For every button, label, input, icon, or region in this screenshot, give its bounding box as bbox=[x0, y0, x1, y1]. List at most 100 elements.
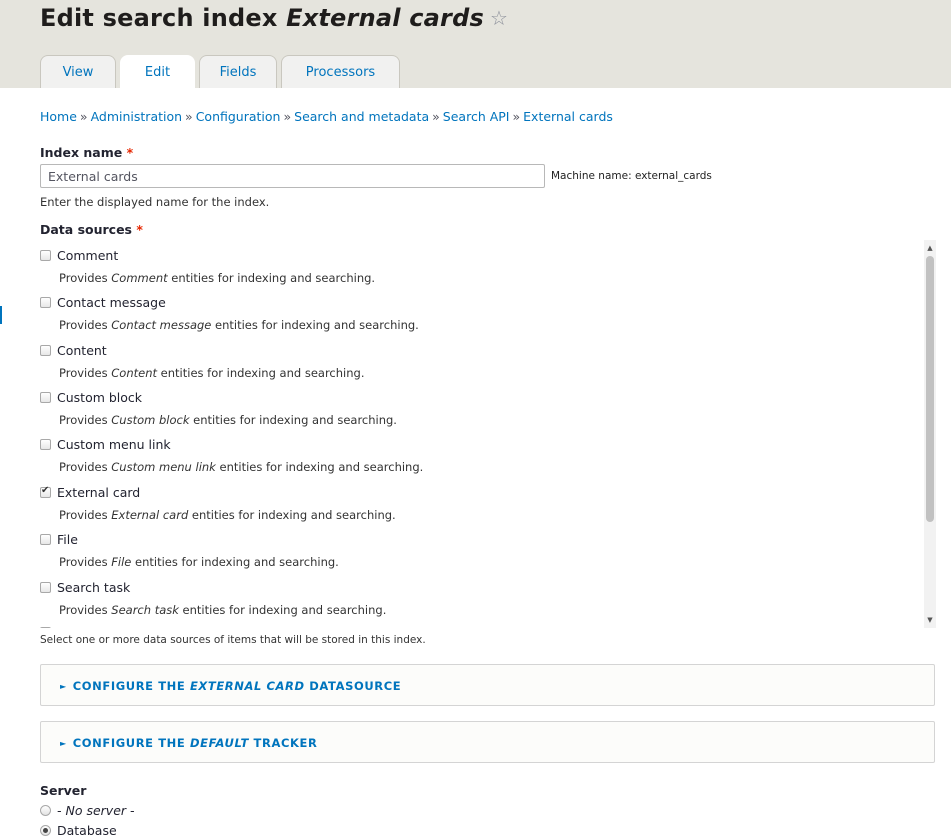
breadcrumb-configuration[interactable]: Configuration bbox=[196, 109, 281, 124]
scrollbar-thumb[interactable] bbox=[926, 256, 934, 522]
desc-suffix: entities for indexing and searching. bbox=[167, 271, 376, 285]
data-source-label[interactable]: Comment bbox=[57, 248, 118, 263]
primary-tabs: View Edit Fields Processors bbox=[40, 55, 400, 88]
index-name-label-text: Index name bbox=[40, 145, 123, 160]
machine-name[interactable]: Machine name: external_cards bbox=[551, 170, 712, 182]
data-source-description: Provides Search task entities for indexi… bbox=[59, 603, 386, 617]
data-source-label[interactable]: Content bbox=[57, 343, 107, 358]
caret-right-icon: ► bbox=[60, 739, 67, 748]
tab-fields[interactable]: Fields bbox=[199, 55, 277, 88]
radio-database[interactable] bbox=[40, 825, 51, 836]
breadcrumb-separator: » bbox=[512, 109, 521, 124]
index-name-label: Index name * bbox=[40, 145, 133, 160]
checkbox-comment[interactable] bbox=[40, 250, 51, 261]
radio-no-server[interactable] bbox=[40, 805, 51, 816]
checkbox-contact-message[interactable] bbox=[40, 297, 51, 308]
breadcrumb-administration[interactable]: Administration bbox=[91, 109, 182, 124]
desc-prefix: Provides bbox=[59, 555, 112, 569]
desc-prefix: Provides bbox=[59, 413, 112, 427]
data-source-description: Provides Custom block entities for index… bbox=[59, 413, 397, 427]
tab-view[interactable]: View bbox=[40, 55, 116, 88]
desc-prefix: Provides bbox=[59, 366, 112, 380]
breadcrumb-search-and-metadata[interactable]: Search and metadata bbox=[294, 109, 429, 124]
desc-suffix: entities for indexing and searching. bbox=[178, 603, 387, 617]
page-title-index-name: External cards bbox=[286, 4, 484, 32]
tab-fields-label: Fields bbox=[219, 64, 257, 80]
tab-edit-label: Edit bbox=[144, 64, 171, 80]
desc-entity: Search task bbox=[111, 603, 179, 617]
desc-entity: Contact message bbox=[111, 318, 212, 332]
summary-prefix: Configure the bbox=[72, 736, 190, 750]
checkbox-search-task[interactable] bbox=[40, 582, 51, 593]
desc-prefix: Provides bbox=[59, 603, 112, 617]
summary-suffix: tracker bbox=[248, 736, 318, 750]
checkbox-external-card[interactable] bbox=[40, 485, 51, 498]
configure-tracker-details[interactable]: ► Configure the Default tracker bbox=[40, 721, 935, 763]
checkbox-next-partial[interactable] bbox=[40, 627, 51, 628]
breadcrumb-separator: » bbox=[185, 109, 193, 124]
data-source-description: Provides Custom menu link entities for i… bbox=[59, 460, 423, 474]
desc-entity: External card bbox=[111, 508, 189, 522]
desc-prefix: Provides bbox=[59, 318, 112, 332]
data-source-label[interactable]: File bbox=[57, 532, 78, 547]
summary-prefix: Configure the bbox=[72, 679, 190, 693]
desc-entity: Comment bbox=[111, 271, 168, 285]
data-source-description: Provides Content entities for indexing a… bbox=[59, 366, 364, 380]
focus-indicator bbox=[0, 306, 2, 324]
configure-tracker-summary[interactable]: ► Configure the Default tracker bbox=[60, 736, 317, 750]
tab-view-label: View bbox=[62, 64, 94, 80]
data-source-label[interactable]: Contact message bbox=[57, 295, 166, 310]
data-source-label[interactable]: Custom block bbox=[57, 390, 142, 405]
checkbox-custom-menu-link[interactable] bbox=[40, 439, 51, 450]
breadcrumb-separator: » bbox=[283, 109, 292, 124]
breadcrumb: Home» Administration» Configuration» Search… bbox=[40, 109, 613, 124]
data-source-description: Provides Comment entities for indexing a… bbox=[59, 271, 375, 285]
required-marker: * bbox=[126, 145, 134, 160]
data-sources-scrollbar[interactable]: ▲ ▼ bbox=[924, 240, 936, 628]
radio-label-no-server[interactable]: - No server - bbox=[57, 803, 135, 818]
desc-suffix: entities for indexing and searching. bbox=[188, 508, 396, 522]
data-source-label[interactable]: External card bbox=[57, 485, 140, 500]
page-header: Edit search index External cards ☆ View E… bbox=[0, 0, 951, 88]
data-source-label[interactable]: Custom menu link bbox=[57, 437, 171, 452]
radio-label-database[interactable]: Database bbox=[57, 823, 117, 838]
breadcrumb-separator: » bbox=[79, 109, 88, 124]
tab-processors-label: Processors bbox=[305, 64, 376, 80]
data-sources-help: Select one or more data sources of items… bbox=[40, 634, 426, 646]
tab-processors[interactable]: Processors bbox=[281, 55, 400, 88]
configure-datasource-details[interactable]: ► Configure the External card datasource bbox=[40, 664, 935, 706]
caret-right-icon: ► bbox=[60, 682, 67, 691]
breadcrumb-external-cards[interactable]: External cards bbox=[523, 109, 613, 124]
data-source-label[interactable]: Search task bbox=[57, 580, 130, 595]
server-label: Server bbox=[40, 783, 87, 798]
summary-name: External card bbox=[189, 679, 305, 693]
desc-entity: Custom block bbox=[111, 413, 190, 427]
index-name-description: Enter the displayed name for the index. bbox=[40, 195, 270, 209]
scroll-down-arrow-icon[interactable]: ▼ bbox=[924, 614, 936, 626]
required-marker: * bbox=[136, 222, 143, 237]
desc-prefix: Provides bbox=[59, 271, 112, 285]
configure-datasource-summary[interactable]: ► Configure the External card datasource bbox=[60, 679, 401, 693]
data-sources-label: Data sources * bbox=[40, 222, 143, 237]
data-source-description: Provides File entities for indexing and … bbox=[59, 555, 339, 569]
checkbox-file[interactable] bbox=[40, 534, 51, 545]
desc-suffix: entities for indexing and searching. bbox=[211, 318, 419, 332]
desc-suffix: entities for indexing and searching. bbox=[131, 555, 339, 569]
desc-suffix: entities for indexing and searching. bbox=[157, 366, 365, 380]
checkbox-content[interactable] bbox=[40, 345, 51, 356]
tab-edit[interactable]: Edit bbox=[120, 55, 195, 88]
data-sources-label-text: Data sources bbox=[40, 222, 132, 237]
desc-prefix: Provides bbox=[59, 460, 112, 474]
breadcrumb-search-api[interactable]: Search API bbox=[443, 109, 510, 124]
checkbox-custom-block[interactable] bbox=[40, 392, 51, 403]
star-icon[interactable]: ☆ bbox=[490, 6, 508, 30]
summary-suffix: datasource bbox=[304, 679, 402, 693]
index-name-input[interactable] bbox=[40, 164, 545, 188]
breadcrumb-home[interactable]: Home bbox=[40, 109, 77, 124]
data-source-description: Provides External card entities for inde… bbox=[59, 508, 396, 522]
desc-prefix: Provides bbox=[59, 508, 112, 522]
page-title: Edit search index External cards ☆ bbox=[40, 4, 508, 32]
desc-entity: Content bbox=[111, 366, 158, 380]
desc-entity: File bbox=[111, 555, 132, 569]
scroll-up-arrow-icon[interactable]: ▲ bbox=[924, 242, 936, 254]
